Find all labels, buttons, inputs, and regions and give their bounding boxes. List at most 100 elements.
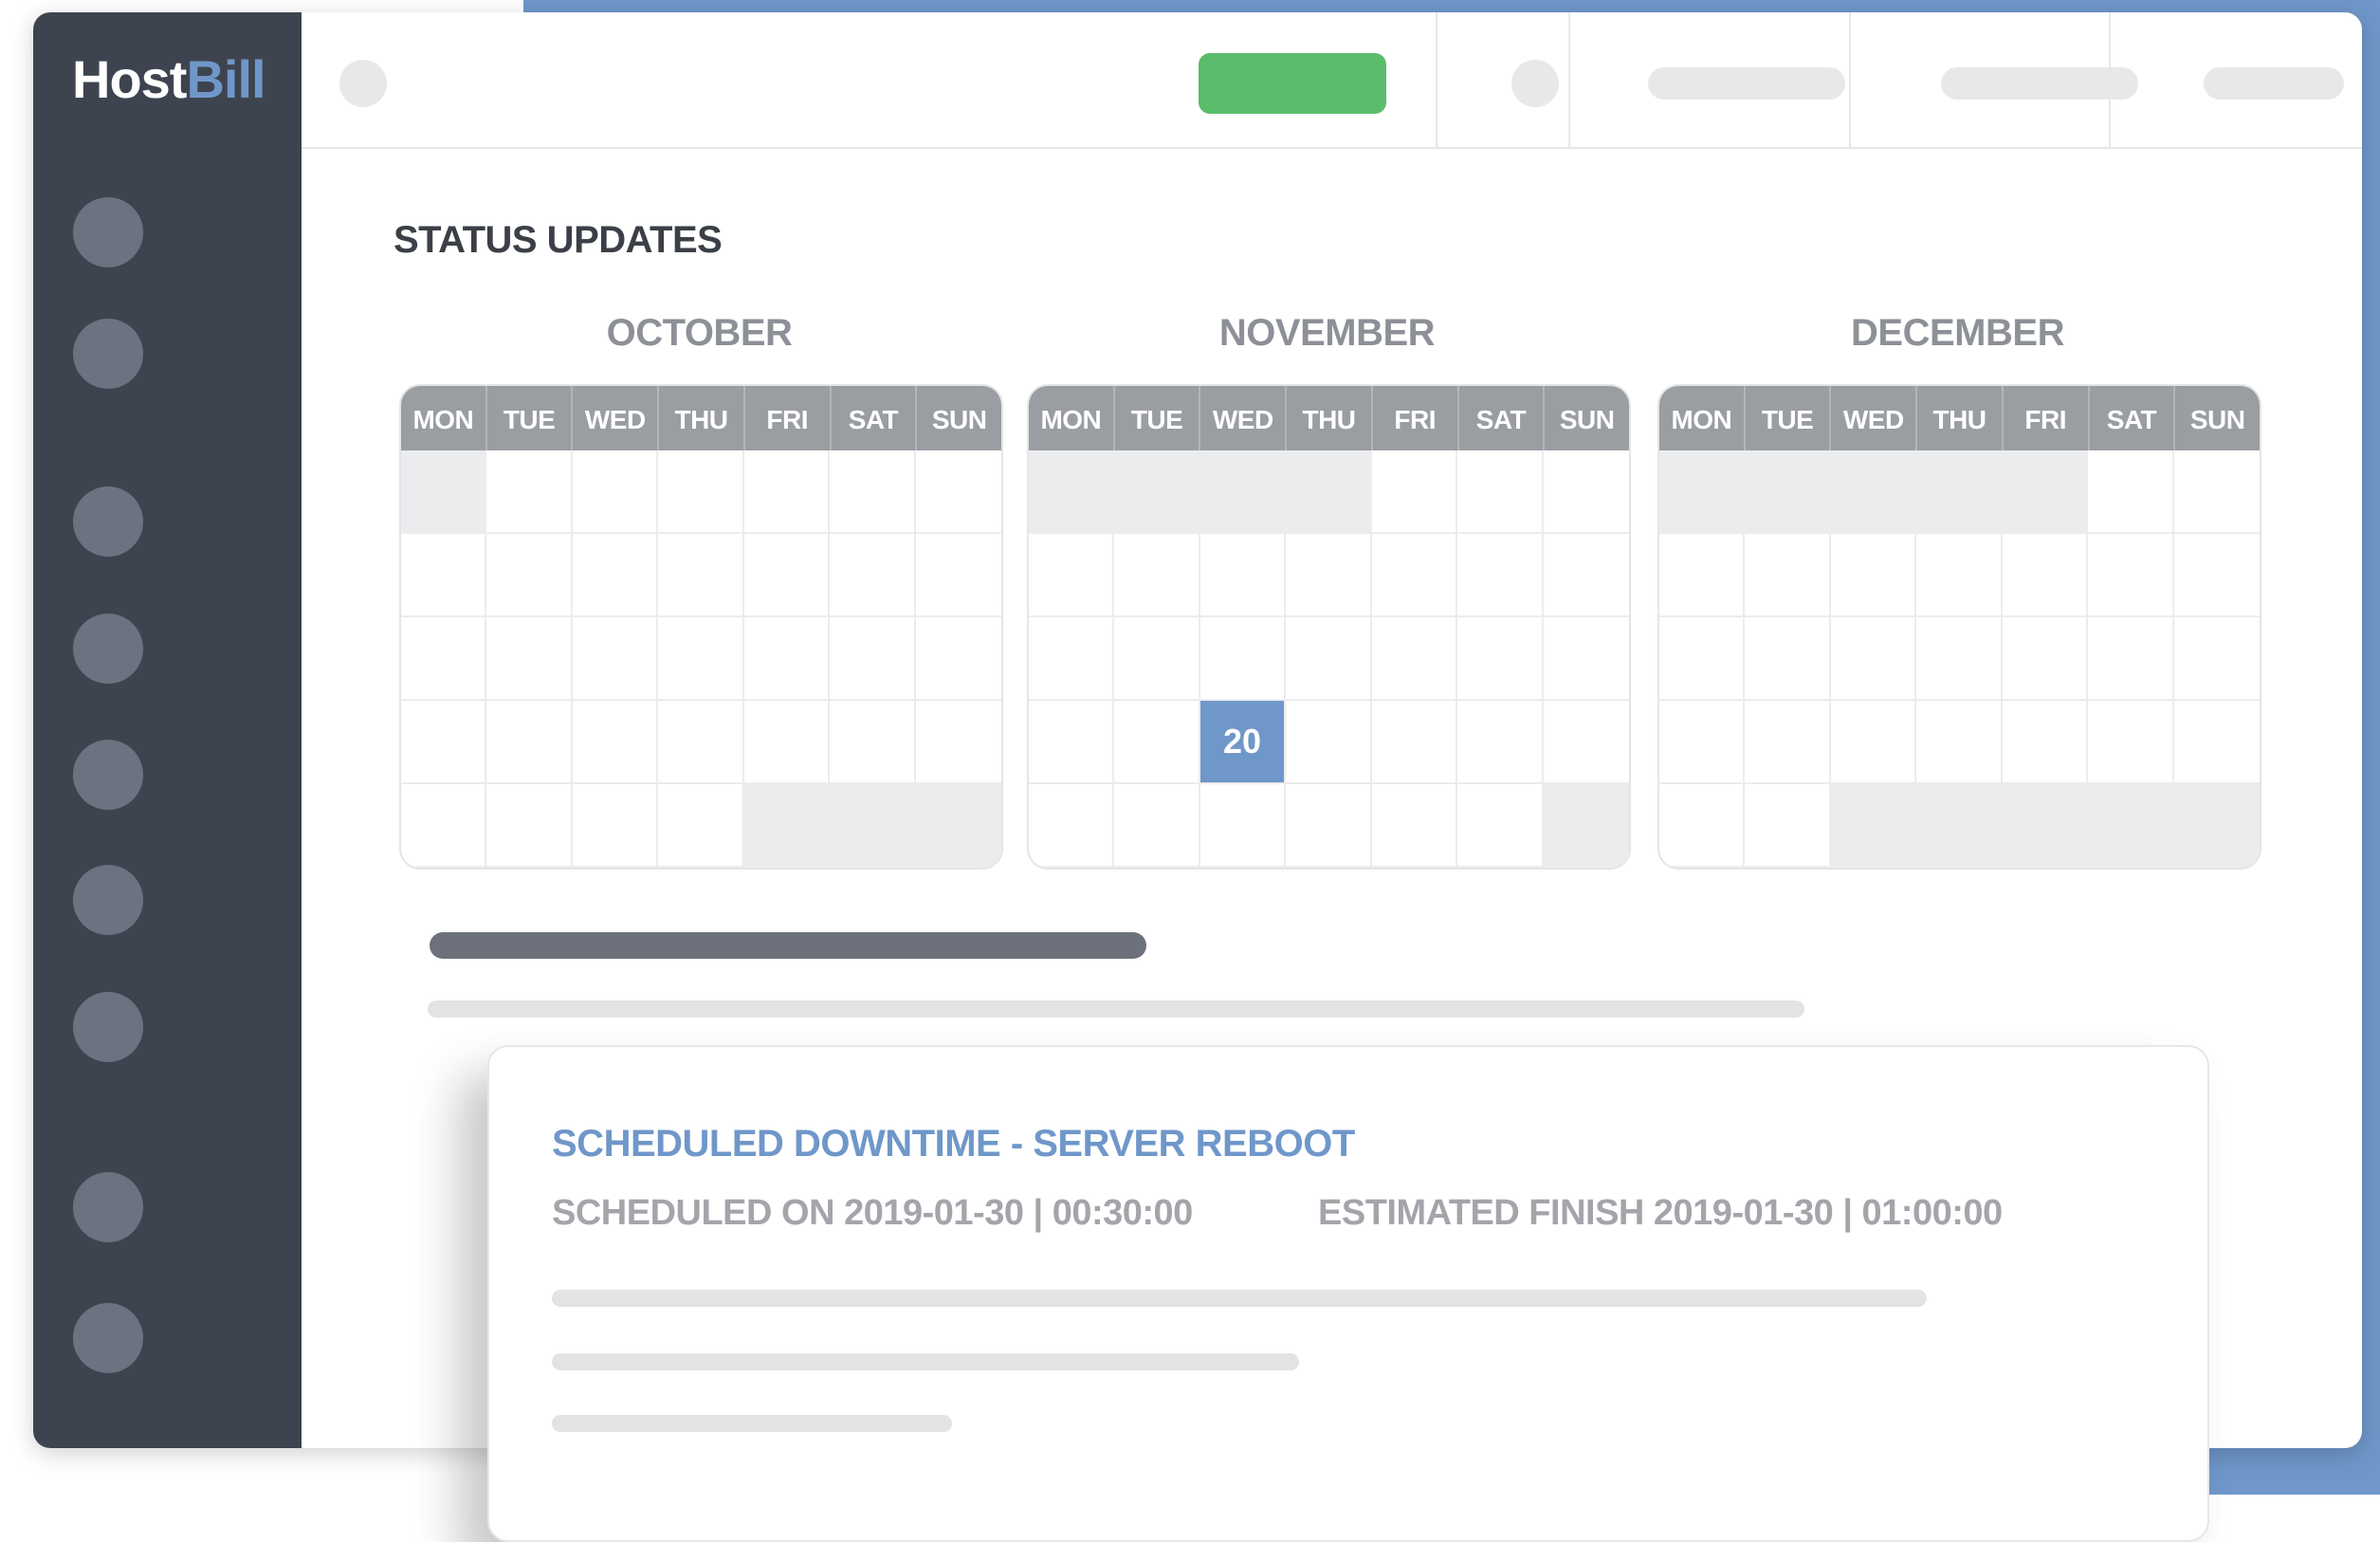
sidebar-nav-icon[interactable]: [73, 992, 143, 1062]
calendar-day-cell[interactable]: [1371, 450, 1458, 534]
calendar-day-cell[interactable]: [401, 450, 487, 534]
calendar-day-cell[interactable]: [572, 534, 659, 617]
calendar-day-cell[interactable]: [1199, 784, 1287, 868]
calendar-day-cell[interactable]: [658, 534, 744, 617]
calendar-day-cell[interactable]: [1457, 450, 1544, 534]
calendar-day-cell[interactable]: [2002, 784, 2089, 868]
calendar-day-cell[interactable]: [2173, 701, 2260, 784]
calendar-day-cell[interactable]: [915, 617, 1001, 701]
topbar-menu-item[interactable]: [2204, 67, 2344, 100]
calendar-day-cell[interactable]: [743, 701, 831, 784]
calendar-day-cell[interactable]: [2002, 617, 2089, 701]
status-update-card[interactable]: SCHEDULED DOWNTIME - SERVER REBOOT SCHED…: [487, 1045, 2209, 1542]
calendar-day-cell[interactable]: [1029, 450, 1115, 534]
calendar-day-cell[interactable]: [2088, 701, 2174, 784]
calendar-day-cell[interactable]: [1916, 534, 2003, 617]
hostbill-logo[interactable]: HostBill: [72, 48, 266, 110]
calendar-day-cell[interactable]: [401, 784, 487, 868]
calendar-day-cell[interactable]: [1830, 784, 1917, 868]
calendar-day-cell[interactable]: [1543, 617, 1629, 701]
calendar-day-cell[interactable]: [2002, 701, 2089, 784]
calendar-day-cell[interactable]: [486, 450, 573, 534]
calendar-day-cell[interactable]: [1916, 701, 2003, 784]
calendar-day-cell[interactable]: [1830, 534, 1917, 617]
calendar-day-cell[interactable]: [1199, 450, 1287, 534]
calendar-day-cell[interactable]: [915, 701, 1001, 784]
calendar-day-cell[interactable]: [830, 617, 916, 701]
calendar-day-cell[interactable]: [915, 784, 1001, 868]
calendar-day-cell[interactable]: [1830, 701, 1917, 784]
sidebar-nav-icon[interactable]: [73, 865, 143, 935]
notifications-icon[interactable]: [1511, 60, 1559, 107]
calendar-day-cell[interactable]: [486, 534, 573, 617]
calendar-day-cell[interactable]: [658, 450, 744, 534]
calendar-day-cell[interactable]: [915, 534, 1001, 617]
calendar-day-cell[interactable]: [401, 701, 487, 784]
calendar-day-cell[interactable]: [1916, 784, 2003, 868]
calendar-day-cell[interactable]: [1114, 784, 1200, 868]
calendar-day-cell[interactable]: [1457, 701, 1544, 784]
calendar-day-cell[interactable]: [658, 701, 744, 784]
calendar-day-cell[interactable]: [2173, 450, 2260, 534]
calendar-day-cell[interactable]: [1114, 701, 1200, 784]
calendar-day-cell[interactable]: [1745, 701, 1831, 784]
calendar-day-cell[interactable]: [1457, 534, 1544, 617]
event-title[interactable]: SCHEDULED DOWNTIME - SERVER REBOOT: [552, 1123, 1355, 1166]
calendar-day-cell[interactable]: [1286, 701, 1372, 784]
calendar-day-cell[interactable]: [1029, 617, 1115, 701]
calendar-day-cell[interactable]: [1286, 784, 1372, 868]
calendar-day-cell[interactable]: [743, 534, 831, 617]
calendar-day-cell[interactable]: [1916, 450, 2003, 534]
calendar-day-cell[interactable]: [1659, 784, 1746, 868]
calendar-day-cell[interactable]: [830, 701, 916, 784]
calendar-day-cell[interactable]: [1659, 534, 1746, 617]
sidebar-nav-icon[interactable]: [73, 740, 143, 810]
calendar-day-cell[interactable]: [1659, 617, 1746, 701]
sidebar-nav-icon[interactable]: [73, 1172, 143, 1242]
calendar-day-cell[interactable]: [2173, 534, 2260, 617]
calendar-day-cell[interactable]: [1286, 617, 1372, 701]
calendar-day-cell[interactable]: [1745, 534, 1831, 617]
calendar-day-cell[interactable]: [1199, 617, 1287, 701]
calendar-day-cell[interactable]: [1286, 450, 1372, 534]
calendar-day-cell[interactable]: [1543, 534, 1629, 617]
calendar-day-cell[interactable]: [743, 617, 831, 701]
topbar-menu-item[interactable]: [1648, 67, 1845, 100]
calendar-day-cell[interactable]: [1745, 784, 1831, 868]
calendar-day-cell[interactable]: [572, 701, 659, 784]
calendar-day-cell[interactable]: [830, 450, 916, 534]
calendar-day-cell[interactable]: [1371, 534, 1458, 617]
calendar-day-cell[interactable]: [1659, 701, 1746, 784]
calendar-day-cell[interactable]: [1457, 784, 1544, 868]
calendar-day-cell[interactable]: [1371, 701, 1458, 784]
calendar-day-cell[interactable]: [572, 450, 659, 534]
calendar-day-cell[interactable]: [1745, 450, 1831, 534]
calendar-day-cell[interactable]: [1830, 450, 1917, 534]
calendar-day-cell[interactable]: [1371, 617, 1458, 701]
calendar-day-cell[interactable]: [1114, 450, 1200, 534]
calendar-day-cell[interactable]: [830, 784, 916, 868]
sidebar-nav-icon[interactable]: [73, 1303, 143, 1373]
calendar-day-cell[interactable]: [2088, 617, 2174, 701]
sidebar-nav-icon[interactable]: [73, 614, 143, 684]
calendar-day-cell[interactable]: [1029, 784, 1115, 868]
calendar-day-cell[interactable]: [1830, 617, 1917, 701]
calendar-day-selected[interactable]: 20: [1199, 701, 1287, 784]
calendar-day-cell[interactable]: [2088, 534, 2174, 617]
calendar-day-cell[interactable]: [743, 784, 831, 868]
calendar-day-cell[interactable]: [915, 450, 1001, 534]
calendar-day-cell[interactable]: [486, 617, 573, 701]
calendar-day-cell[interactable]: [401, 534, 487, 617]
calendar-day-cell[interactable]: [2002, 534, 2089, 617]
calendar-day-cell[interactable]: [1543, 701, 1629, 784]
calendar-day-cell[interactable]: [401, 617, 487, 701]
sidebar-nav-icon[interactable]: [73, 197, 143, 267]
calendar-day-cell[interactable]: [2173, 784, 2260, 868]
calendar-day-cell[interactable]: [1543, 450, 1629, 534]
calendar-day-cell[interactable]: [658, 617, 744, 701]
calendar-day-cell[interactable]: [1745, 617, 1831, 701]
calendar-day-cell[interactable]: [486, 701, 573, 784]
sidebar-nav-icon[interactable]: [73, 486, 143, 557]
sidebar-nav-icon[interactable]: [73, 319, 143, 389]
calendar-day-cell[interactable]: [830, 534, 916, 617]
